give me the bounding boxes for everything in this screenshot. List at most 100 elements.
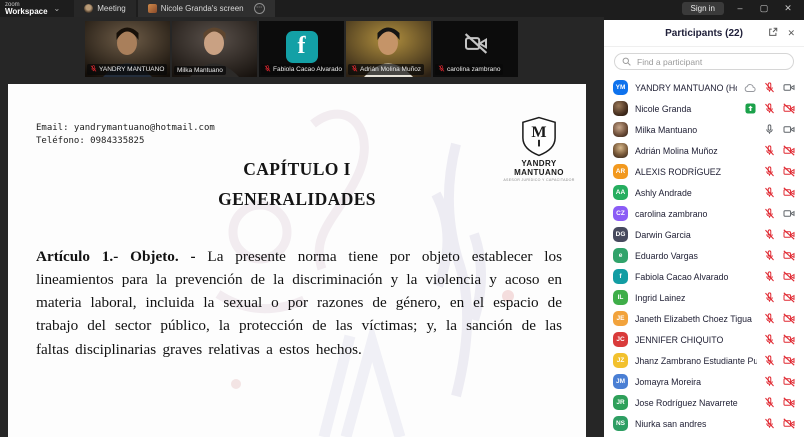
chapter-subtitle: GENERALIDADES xyxy=(8,184,586,214)
tab-meeting-label: Meeting xyxy=(97,4,125,13)
camera-off-icon xyxy=(783,229,795,240)
participant-row[interactable]: DGDarwin Garcia xyxy=(604,224,804,245)
titlebar-right-controls: Sign in – ▢ ✕ xyxy=(682,0,804,17)
mic-muted-icon xyxy=(764,397,775,408)
camera-on-icon xyxy=(783,82,795,93)
participant-row[interactable]: Milka Mantuano xyxy=(604,119,804,140)
participant-name: ALEXIS RODRÍGUEZ xyxy=(635,167,757,177)
popout-panel-icon[interactable] xyxy=(768,24,778,42)
participant-status-icons xyxy=(764,292,795,303)
camera-off-icon xyxy=(783,271,795,282)
mic-muted-icon xyxy=(764,292,775,303)
tab-options-ellipsis-icon[interactable]: ⋯ xyxy=(254,3,265,14)
participant-name: YANDRY MANTUANO (Host, me) xyxy=(635,83,737,93)
participant-name: Eduardo Vargas xyxy=(635,251,757,261)
participant-row[interactable]: IL Ingrid Lainez xyxy=(604,287,804,308)
participant-initials-avatar: JZ xyxy=(613,353,628,368)
sign-in-button[interactable]: Sign in xyxy=(682,2,724,15)
maximize-button[interactable]: ▢ xyxy=(756,0,772,17)
brand-logo: M YANDRY MANTUANO ASESOR JURÍDICO Y CAPA… xyxy=(500,116,578,182)
meeting-stage: YANDRY MANTUANO Milka Mantuanof Fabiola … xyxy=(0,17,604,437)
shared-screen-tab-icon xyxy=(148,4,157,13)
participant-search[interactable] xyxy=(614,53,794,70)
video-tile[interactable]: f Fabiola Cacao Alvarado xyxy=(259,21,344,77)
mic-muted-icon xyxy=(764,82,775,93)
participant-row[interactable]: Adrián Molina Muñoz xyxy=(604,140,804,161)
mic-muted-icon xyxy=(764,103,775,114)
participant-initials-avatar: JM xyxy=(613,374,628,389)
tab-shared-screen[interactable]: Nicole Granda's screen ⋯ xyxy=(138,0,275,17)
svg-text:M: M xyxy=(531,124,546,141)
search-input[interactable] xyxy=(635,56,786,68)
shared-screen-document: Email: yandrymantuano@hotmail.com Teléfo… xyxy=(8,84,586,437)
camera-off-icon xyxy=(783,355,795,366)
participant-row[interactable]: fFabiola Cacao Alvarado xyxy=(604,266,804,287)
tab-meeting[interactable]: Meeting xyxy=(74,0,135,17)
mic-muted-icon xyxy=(764,208,775,219)
article-paragraph: Artículo 1.- Objeto. - La presente norma… xyxy=(36,245,562,360)
participant-name: carolina zambrano xyxy=(635,209,757,219)
participant-row[interactable]: JZJhanz Zambrano Estudiante Pucem xyxy=(604,350,804,371)
participant-name: JENNIFER CHIQUITO xyxy=(635,335,757,345)
participant-name: Nicole Granda xyxy=(635,104,738,114)
participant-status-icons xyxy=(764,145,795,156)
participant-name: Ingrid Lainez xyxy=(635,293,757,303)
participant-row[interactable]: JR Jose Rodríguez Navarrete xyxy=(604,392,804,413)
mic-muted-icon xyxy=(764,166,775,177)
mic-muted-icon xyxy=(764,313,775,324)
participant-row[interactable]: AAAshly Andrade xyxy=(604,182,804,203)
mic-muted-icon xyxy=(264,65,271,74)
participant-row[interactable]: JCJENNIFER CHIQUITO xyxy=(604,329,804,350)
video-tile[interactable]: Adrián Molina Muñoz xyxy=(346,21,431,77)
camera-off-icon xyxy=(783,145,795,156)
close-window-button[interactable]: ✕ xyxy=(780,0,796,17)
mic-muted-icon xyxy=(90,65,97,74)
video-tile-name-label: carolina zambrano xyxy=(435,64,503,75)
participant-status-icons xyxy=(764,229,795,240)
participant-row[interactable]: JE Janeth Elizabeth Choez Tigua xyxy=(604,308,804,329)
minimize-button[interactable]: – xyxy=(732,0,748,17)
participant-row[interactable]: ARALEXIS RODRÍGUEZ xyxy=(604,161,804,182)
camera-off-icon xyxy=(783,334,795,345)
camera-off-icon xyxy=(783,250,795,261)
participant-initials-avatar: YM xyxy=(613,80,628,95)
participant-status-icons xyxy=(764,334,795,345)
mic-muted-icon xyxy=(764,355,775,366)
participant-status-icons xyxy=(744,82,795,93)
participant-initials-avatar: JE xyxy=(613,311,628,326)
participant-row[interactable]: NSNiurka san andres xyxy=(604,413,804,434)
participant-initials-avatar: CZ xyxy=(613,206,628,221)
participant-row[interactable]: CZ carolina zambrano xyxy=(604,203,804,224)
mic-muted-icon xyxy=(764,250,775,261)
participant-status-icons xyxy=(764,397,795,408)
participant-initials-avatar: IL xyxy=(613,290,628,305)
participant-status-icons xyxy=(764,355,795,366)
logo-name-line1: YANDRY xyxy=(500,159,578,168)
mic-muted-icon xyxy=(764,418,775,429)
video-tile-name: Adrián Molina Muñoz xyxy=(360,66,421,73)
mic-muted-icon xyxy=(438,65,445,74)
participant-name: Jose Rodríguez Navarrete xyxy=(635,398,757,408)
close-panel-icon[interactable]: ✕ xyxy=(787,28,795,39)
mic-muted-icon xyxy=(764,187,775,198)
mic-on-icon xyxy=(764,124,775,135)
video-tile[interactable]: Milka Mantuano xyxy=(172,21,257,77)
participant-initials-avatar: JR xyxy=(613,395,628,410)
video-tile[interactable]: carolina zambrano xyxy=(433,21,518,77)
email-line: Email: yandrymantuano@hotmail.com xyxy=(36,122,215,135)
chevron-down-icon[interactable]: ⌄ xyxy=(54,4,61,13)
camera-off-icon xyxy=(783,103,795,114)
video-tile[interactable]: YANDRY MANTUANO xyxy=(85,21,170,77)
video-tile-name: Fabiola Cacao Alvarado xyxy=(273,66,342,73)
camera-off-icon xyxy=(783,397,795,408)
participant-row[interactable]: Nicole Granda xyxy=(604,98,804,119)
participant-initials-avatar: f xyxy=(613,269,628,284)
participant-row[interactable]: eEduardo Vargas xyxy=(604,245,804,266)
participant-row[interactable]: JMJomayra Moreira xyxy=(604,371,804,392)
meeting-tab-icon xyxy=(84,4,93,13)
participant-row[interactable]: YM YANDRY MANTUANO (Host, me) xyxy=(604,77,804,98)
participant-name: Janeth Elizabeth Choez Tigua xyxy=(635,314,757,324)
camera-off-icon xyxy=(783,187,795,198)
workspace-switcher[interactable]: zoom Workspace xyxy=(0,1,50,16)
logo-tagline: ASESOR JURÍDICO Y CAPACITADOR xyxy=(500,178,578,182)
